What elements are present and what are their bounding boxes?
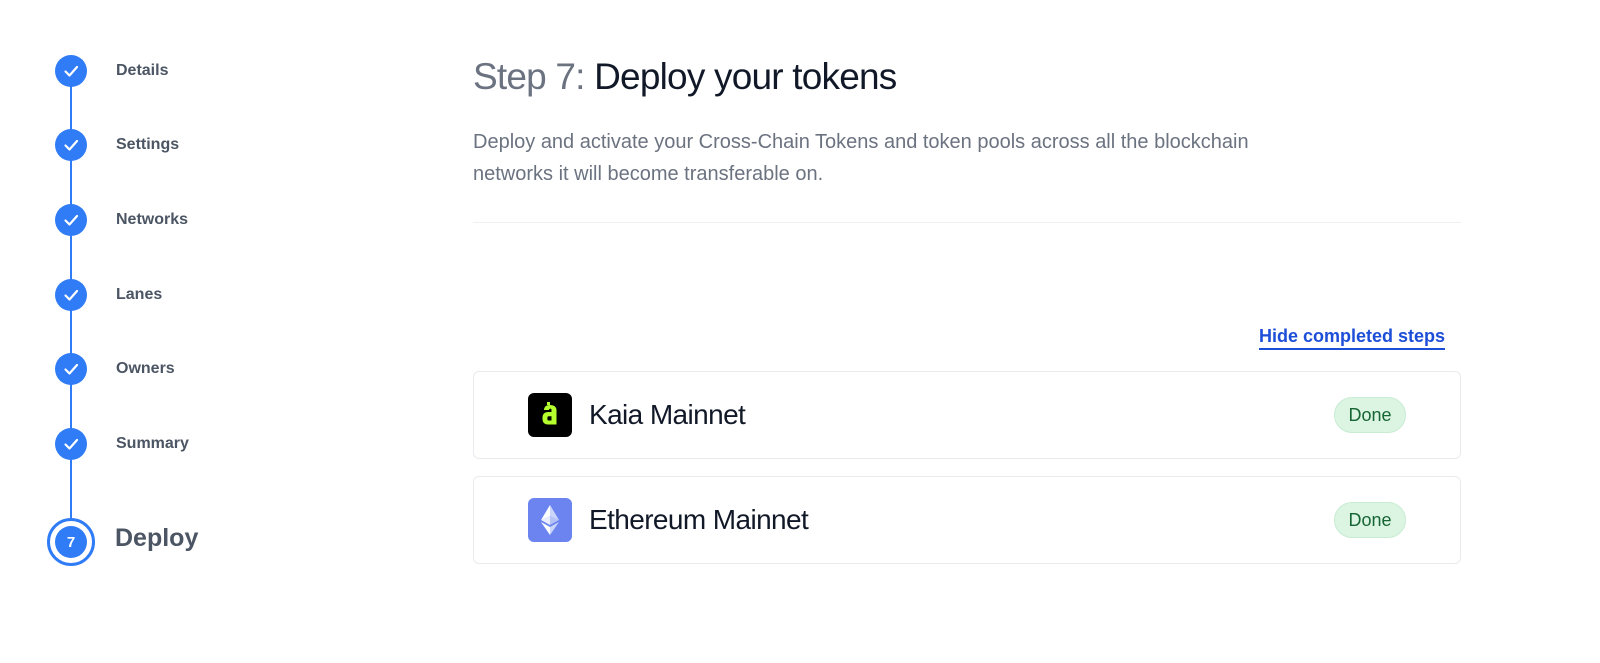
ethereum-logo-icon: [528, 498, 572, 542]
check-icon: [55, 55, 87, 87]
step-owners[interactable]: Owners: [55, 353, 175, 385]
current-step-indicator: 7: [47, 518, 95, 566]
step-details[interactable]: Details: [55, 55, 168, 87]
current-step-label: Deploy: [115, 524, 199, 552]
step-label-settings: Settings: [116, 136, 180, 153]
page-title: Step 7: Deploy your tokens: [473, 56, 897, 98]
title-text: Deploy your tokens: [594, 56, 897, 97]
network-name: Kaia Mainnet: [589, 399, 746, 430]
check-icon: [55, 353, 87, 385]
step-label-owners: Owners: [116, 360, 175, 377]
kaia-logo-icon: [528, 393, 572, 437]
step-label-lanes: Lanes: [116, 286, 163, 303]
section-divider: [473, 222, 1461, 223]
status-badge: Done: [1334, 397, 1406, 433]
progress-stepper: Details Settings Networks Lanes Owners S…: [0, 0, 300, 663]
step-label-networks: Networks: [116, 211, 189, 228]
check-icon: [55, 129, 87, 161]
network-name: Ethereum Mainnet: [589, 504, 809, 535]
step-settings[interactable]: Settings: [55, 129, 179, 161]
current-step-number: 7: [55, 526, 87, 558]
check-icon: [55, 279, 87, 311]
step-networks[interactable]: Networks: [55, 204, 188, 236]
check-icon: [55, 428, 87, 460]
check-icon: [55, 204, 87, 236]
step-label-summary: Summary: [116, 435, 189, 452]
step-prefix: Step 7:: [473, 56, 585, 97]
step-summary[interactable]: Summary: [55, 428, 189, 460]
step-label-details: Details: [116, 62, 169, 79]
hide-completed-steps-link[interactable]: Hide completed steps: [1258, 326, 1445, 350]
status-badge: Done: [1334, 502, 1406, 538]
network-card-ethereum[interactable]: Ethereum Mainnet Done: [473, 476, 1461, 564]
step-lanes[interactable]: Lanes: [55, 279, 162, 311]
network-card-kaia[interactable]: Kaia Mainnet Done: [473, 371, 1461, 459]
page-description: Deploy and activate your Cross-Chain Tok…: [473, 131, 1249, 185]
